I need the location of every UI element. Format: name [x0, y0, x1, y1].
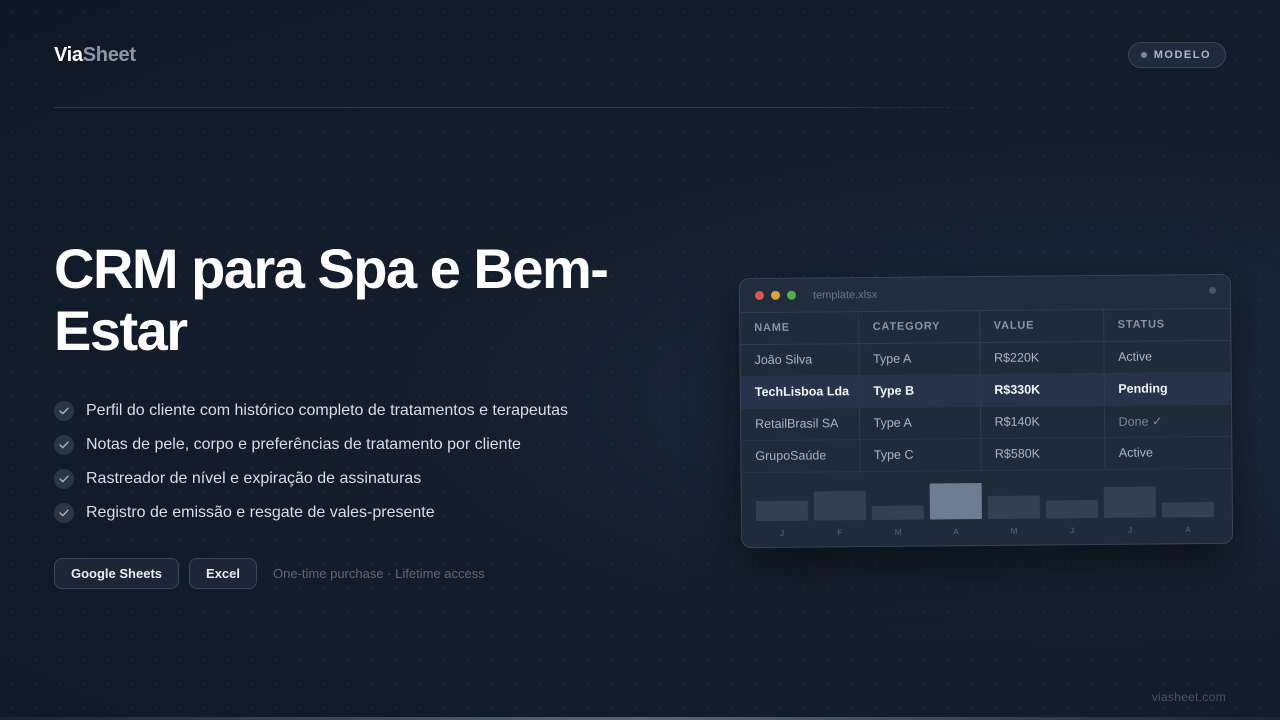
cell-value: R$580K: [980, 436, 1105, 471]
table-row: GrupoSaúde Type C R$580K Active: [741, 435, 1232, 473]
cell-status: Pending: [1103, 371, 1231, 405]
modelo-badge: MODELO: [1127, 42, 1226, 68]
column-header-name: NAME: [740, 312, 859, 345]
table-row-highlighted: TechLisboa Lda Type B R$330K Pending: [740, 371, 1231, 409]
window-titlebar: template.xlsx: [739, 274, 1231, 314]
feature-text: Perfil do cliente com histórico completo…: [86, 402, 569, 419]
feature-text: Registro de emissão e resgate de vales-p…: [86, 504, 435, 521]
feature-item: Rastreador de nível e expiração de assin…: [54, 462, 568, 496]
table-header-row: NAME CATEGORY VALUE STATUS: [740, 308, 1231, 345]
cell-category: Type A: [858, 406, 981, 440]
chart-bar: [755, 500, 808, 521]
badge-label: MODELO: [1153, 49, 1211, 61]
window-filename: template.xlsx: [812, 288, 878, 302]
header-divider: [54, 107, 994, 108]
chart-bar: [929, 482, 982, 519]
cell-name: RetailBrasil SA: [740, 407, 860, 441]
minimize-dot-icon: [770, 290, 781, 300]
feature-text: Notas de pele, corpo e preferências de t…: [86, 436, 521, 453]
table-row: RetailBrasil SA Type A R$140K Done ✓: [740, 403, 1232, 441]
window-menu-dot-icon: [1208, 286, 1216, 295]
chart-month-label: A: [953, 526, 959, 536]
badge-dot-icon: [1140, 52, 1147, 58]
chart-bar: [1161, 501, 1214, 517]
chart-month-label: F: [837, 527, 843, 537]
chart-month-label: A: [1185, 524, 1191, 534]
chart-month-label: J: [1128, 525, 1133, 535]
chart-bar: [1103, 486, 1156, 518]
table-row: João Silva Type A R$220K Active: [740, 339, 1231, 377]
check-icon: [54, 503, 74, 523]
feature-item: Registro de emissão e resgate de vales-p…: [54, 496, 568, 530]
cell-value: R$220K: [979, 340, 1104, 375]
brand-logo[interactable]: ViaSheet: [54, 44, 136, 67]
purchase-note: One-time purchase · Lifetime access: [273, 566, 485, 581]
chart-bar: [987, 495, 1040, 519]
cell-status: Active: [1104, 435, 1232, 469]
chart-bar: [813, 490, 866, 521]
cell-status: Done ✓: [1103, 403, 1232, 437]
column-header-status: STATUS: [1103, 308, 1231, 341]
feature-list: Perfil do cliente com histórico completo…: [54, 394, 568, 530]
feature-item: Notas de pele, corpo e preferências de t…: [54, 428, 568, 462]
cell-status: Active: [1103, 339, 1231, 373]
chart-month-label: M: [1010, 526, 1018, 536]
cell-value: R$330K: [979, 372, 1104, 407]
check-icon: [54, 469, 74, 489]
column-header-value: VALUE: [979, 309, 1104, 343]
footer-url[interactable]: viasheet.com: [1152, 690, 1226, 704]
chart-bar: [1045, 499, 1098, 518]
close-dot-icon: [754, 290, 765, 301]
platform-actions: Google Sheets Excel One-time purchase · …: [54, 558, 485, 589]
cell-value: R$140K: [979, 404, 1105, 439]
cell-category: Type C: [859, 438, 981, 472]
cell-category: Type A: [858, 342, 980, 376]
hero-title: CRM para Spa e Bem-Estar: [54, 237, 609, 362]
maximize-dot-icon: [786, 290, 797, 300]
google-sheets-button[interactable]: Google Sheets: [54, 558, 180, 589]
check-icon: [54, 401, 74, 421]
excel-button[interactable]: Excel: [189, 558, 258, 589]
mini-bar-chart: JFMAMJJA: [742, 468, 1233, 548]
brand-name-part2: Sheet: [82, 44, 136, 66]
cell-name: João Silva: [740, 343, 859, 377]
column-header-category: CATEGORY: [858, 311, 980, 344]
chart-month-label: J: [1070, 525, 1075, 535]
chart-month-label: M: [894, 527, 902, 537]
feature-text: Rastreador de nível e expiração de assin…: [86, 470, 422, 487]
spreadsheet-preview-window: template.xlsx NAME CATEGORY VALUE STATUS…: [738, 273, 1234, 549]
cell-category: Type B: [858, 374, 980, 408]
chart-bar: [871, 505, 924, 520]
cell-name: TechLisboa Lda: [740, 375, 859, 409]
check-icon: [54, 435, 74, 455]
cell-name: GrupoSaúde: [741, 439, 860, 473]
feature-item: Perfil do cliente com histórico completo…: [54, 394, 568, 428]
chart-month-label: J: [780, 528, 785, 538]
preview-table: NAME CATEGORY VALUE STATUS João Silva Ty…: [740, 308, 1232, 473]
brand-name-part1: Via: [54, 44, 83, 66]
